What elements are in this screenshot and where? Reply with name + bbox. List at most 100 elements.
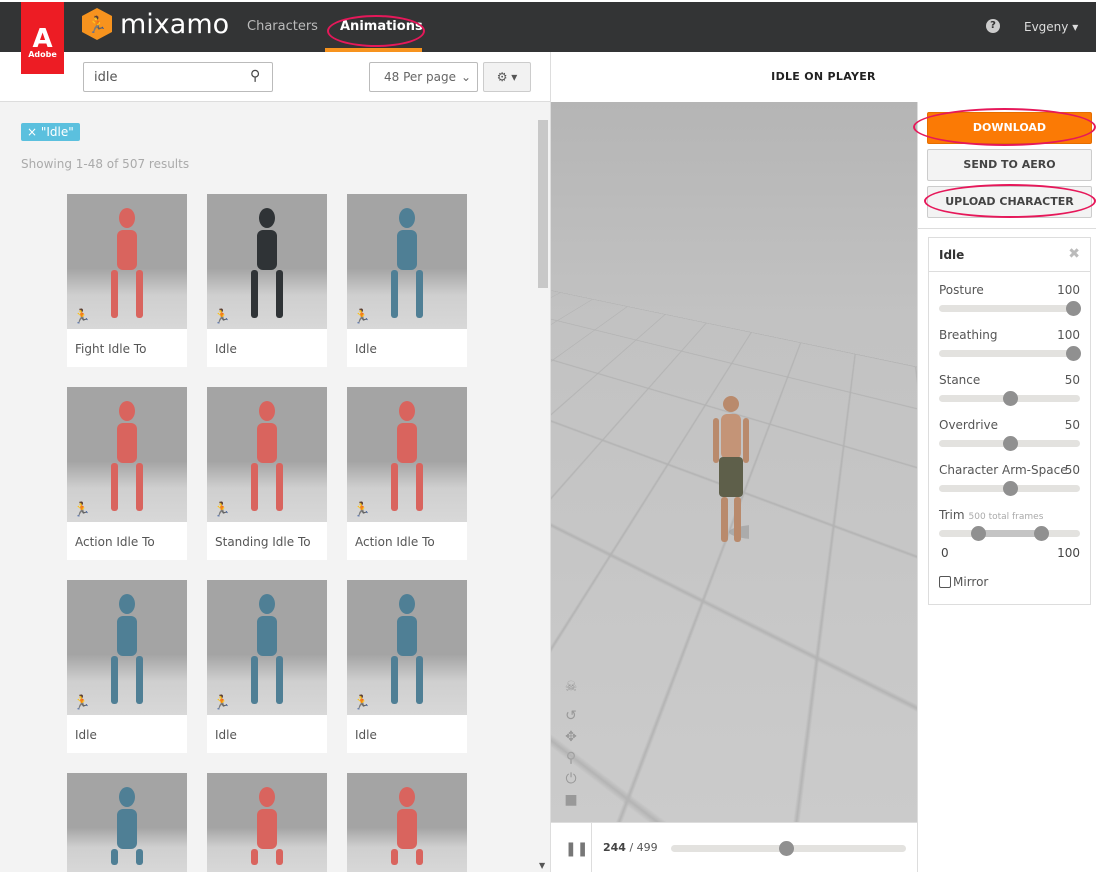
animation-thumbnail: [67, 773, 187, 872]
nav-characters[interactable]: Characters: [247, 19, 318, 34]
animation-settings-panel: Idle ✖ Posture 100 Breathing 100 Stance 50 Over…: [928, 237, 1091, 605]
slider-thumb[interactable]: [1066, 301, 1081, 316]
animation-thumbnail: 🏃: [347, 580, 467, 715]
slider-track[interactable]: [939, 391, 1080, 406]
per-page-select[interactable]: 48 Per page ⌄: [369, 62, 478, 92]
running-man-icon: 🏃: [353, 695, 371, 711]
results-count: Showing 1-48 of 507 results: [21, 157, 190, 171]
divider: [918, 228, 1096, 229]
animation-card[interactable]: 🏃 Standing Idle To: [207, 387, 327, 560]
animation-name: Idle: [355, 342, 377, 356]
param-slider-overdrive: Overdrive 50: [939, 418, 1080, 451]
character-preview: [713, 396, 749, 542]
running-man-icon: 🏃: [73, 309, 91, 325]
user-menu[interactable]: Evgeny ▾: [1024, 20, 1078, 34]
slider-thumb[interactable]: [1002, 391, 1018, 406]
trim-track[interactable]: [939, 526, 1080, 541]
trim-end-thumb[interactable]: [1033, 526, 1049, 541]
animation-card[interactable]: 🏃 Fight Idle To: [67, 194, 187, 367]
caret-down-icon: ▾: [1072, 20, 1079, 34]
animation-name: Idle: [215, 342, 237, 356]
download-button[interactable]: DOWNLOAD: [927, 112, 1092, 144]
param-slider-stance: Stance 50: [939, 373, 1080, 406]
mixamo-logo[interactable]: 🏃 mixamo: [82, 8, 229, 40]
animation-card[interactable]: [67, 773, 187, 872]
timeline: ❚❚ 244 / 499: [551, 822, 917, 872]
close-icon[interactable]: ✖: [1068, 246, 1080, 262]
rotate-icon[interactable]: ↺: [563, 706, 579, 727]
animation-thumbnail: 🏃: [347, 194, 467, 329]
animation-browser: ⚲ 48 Per page⌄ ⚙ ▾ × "Idle" Showing 1-48…: [0, 52, 551, 872]
running-man-icon: 🏃: [213, 502, 231, 518]
animation-name: Idle: [75, 728, 97, 742]
animation-name: Idle: [355, 728, 377, 742]
trim-min: 0: [941, 546, 949, 560]
checkbox-icon: [939, 576, 951, 588]
slider-track[interactable]: [939, 436, 1080, 451]
animation-thumbnail: 🏃: [347, 387, 467, 522]
param-slider-breathing: Breathing 100: [939, 328, 1081, 361]
animation-card[interactable]: 🏃 Idle: [347, 194, 467, 367]
search-input[interactable]: [83, 62, 273, 92]
chevron-down-icon: ⌄: [460, 70, 471, 84]
running-man-icon: 🏃: [213, 309, 231, 325]
help-icon[interactable]: ?: [986, 19, 1000, 33]
animation-card[interactable]: 🏃 Action Idle To: [347, 387, 467, 560]
running-man-icon: 🏃: [353, 309, 371, 325]
animation-thumbnail: 🏃: [67, 194, 187, 329]
player-title: IDLE ON PLAYER: [771, 70, 876, 83]
slider-track[interactable]: [939, 301, 1081, 316]
animation-card[interactable]: 🏃 Idle: [207, 580, 327, 753]
send-to-aero-button[interactable]: SEND TO AERO: [927, 149, 1092, 181]
trim-start-thumb[interactable]: [971, 526, 987, 541]
timeline-thumb[interactable]: [779, 841, 795, 856]
pause-icon[interactable]: ❚❚: [565, 841, 588, 857]
slider-track[interactable]: [939, 346, 1081, 361]
animation-thumbnail: 🏃: [207, 194, 327, 329]
mirror-checkbox[interactable]: Mirror: [939, 575, 988, 589]
param-slider-character-arm-space: Character Arm-Space 50: [939, 463, 1080, 496]
scrollbar[interactable]: ▼: [536, 102, 550, 872]
scrollbar-thumb[interactable]: [538, 120, 548, 288]
upload-character-button[interactable]: UPLOAD CHARACTER: [927, 186, 1092, 218]
slider-thumb[interactable]: [1066, 346, 1081, 361]
slider-thumb[interactable]: [1002, 436, 1018, 451]
animation-card[interactable]: 🏃 Idle: [67, 580, 187, 753]
runner-logo-icon: 🏃: [82, 8, 112, 40]
param-slider-posture: Posture 100: [939, 283, 1081, 316]
animation-thumbnail: [347, 773, 467, 872]
animation-name: Idle: [215, 728, 237, 742]
animation-thumbnail: [207, 773, 327, 872]
animation-card[interactable]: [207, 773, 327, 872]
move-icon[interactable]: ✥: [563, 727, 579, 748]
power-icon[interactable]: ⏻: [563, 769, 579, 790]
scroll-down-arrow-icon[interactable]: ▼: [539, 861, 545, 870]
zoom-icon[interactable]: ⚲: [563, 748, 579, 769]
nav-animations[interactable]: Animations: [340, 19, 423, 34]
running-man-icon: 🏃: [73, 502, 91, 518]
3d-viewport[interactable]: ☠ ↺ ✥ ⚲ ⏻ ■: [551, 102, 917, 822]
animation-thumbnail: 🏃: [207, 387, 327, 522]
animation-name: Action Idle To: [75, 535, 155, 549]
animation-card[interactable]: 🏃 Idle: [347, 580, 467, 753]
animation-name: Standing Idle To: [215, 535, 311, 549]
animation-card[interactable]: [347, 773, 467, 872]
timeline-slider[interactable]: [671, 841, 906, 856]
settings-dropdown[interactable]: ⚙ ▾: [483, 62, 531, 92]
skull-icon[interactable]: ☠: [563, 677, 579, 698]
running-man-icon: 🏃: [213, 695, 231, 711]
adobe-logo[interactable]: A Adobe: [21, 2, 64, 74]
filter-tag[interactable]: × "Idle": [21, 123, 80, 141]
animation-card[interactable]: 🏃 Idle: [207, 194, 327, 367]
viewport-tools: ☠ ↺ ✥ ⚲ ⏻ ■: [563, 677, 579, 811]
slider-track[interactable]: [939, 481, 1080, 496]
camera-icon[interactable]: ■: [563, 790, 579, 811]
divider: [591, 823, 592, 872]
animation-name: Action Idle To: [355, 535, 435, 549]
panel-title: Idle: [939, 248, 965, 262]
slider-thumb[interactable]: [1002, 481, 1018, 496]
trim-max: 100: [1057, 546, 1080, 560]
animation-card[interactable]: 🏃 Action Idle To: [67, 387, 187, 560]
search-icon[interactable]: ⚲: [250, 68, 260, 84]
animation-thumbnail: 🏃: [67, 387, 187, 522]
